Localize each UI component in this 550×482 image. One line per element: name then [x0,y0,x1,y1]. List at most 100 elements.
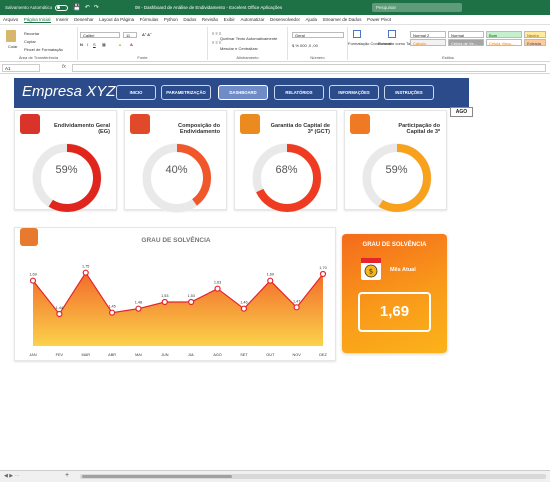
scrollbar-thumb[interactable] [82,475,232,478]
style-check[interactable]: Célula de Ve... [448,39,484,46]
solvency-summary-value: 1,69 [358,292,431,332]
kpi-card-eg: Endividamento Geral (EG) 59% [14,110,117,213]
clipboard-group-label: Área de Transferência [18,55,59,60]
nav-instrucoes[interactable]: INSTRUÇÕES [384,85,434,100]
data-label: 1,44 [56,306,63,310]
x-tick-label: SET [240,353,248,357]
cut-button[interactable]: Recortar [24,31,39,36]
ribbon: Colar Recortar Copiar Pincel de Formataç… [0,25,550,62]
data-point [188,298,195,306]
nav-dashboard[interactable]: DASHBOARD [218,85,268,100]
data-point [267,277,274,284]
data-label: 1,53 [161,294,168,298]
add-sheet-icon[interactable]: + [65,472,69,479]
x-tick-label: FEV [56,353,64,357]
fx-icon[interactable]: fx [62,64,66,70]
font-size-select[interactable]: 11 [123,32,137,38]
series-area [33,272,323,346]
number-group-label: Número [310,55,325,60]
style-neutral[interactable]: Neutro [524,31,546,38]
alignment-group: ≡ ≡ ≡ Quebrar Texto Automaticamente ≡ ≡ … [208,27,288,60]
menu-tab[interactable]: Desenvolvedor [270,17,300,22]
nav-inicio[interactable]: INICIO [116,85,156,100]
bold-icon[interactable]: N [80,42,83,47]
name-box[interactable]: A1 [2,64,40,72]
data-label: 1,46 [240,301,247,305]
style-linked[interactable]: Célula Vincu... [486,39,522,46]
sheet-nav-arrows[interactable]: ◀ ▶ ⋯ [4,473,19,479]
menu-tab[interactable]: Página Inicial [23,17,51,23]
italic-icon[interactable]: I [87,42,88,47]
chart-title: GRAU DE SOLVÊNCIA [141,235,211,244]
underline-icon[interactable]: S [93,42,96,47]
x-tick-label: AGO [213,353,221,357]
x-tick-label: JAN [29,353,36,357]
undo-icon[interactable]: ↶ [85,4,90,11]
worksheet: Empresa XYZ INICIO PARAMETRIZAÇÃO DASHBO… [0,74,550,470]
borders-icon[interactable]: ▦ [102,42,106,47]
x-tick-label: DEZ [319,353,327,357]
data-label: 1,69 [267,273,274,277]
menu-tab[interactable]: Python [164,17,178,22]
nav-relatorios[interactable]: RELATÓRIOS [274,85,324,100]
x-tick-label: ABR [108,353,116,357]
menu-tab[interactable]: Ajuda [305,17,317,22]
copy-button[interactable]: Copiar [24,39,36,44]
merge-center-button[interactable]: Mesclar e Centralizar [220,46,258,51]
horizontal-scrollbar[interactable] [80,474,546,479]
autosave-toggle[interactable] [55,4,69,11]
kpi-donut [362,143,432,213]
nav-informacoes[interactable]: INFORMAÇÕES [329,85,379,100]
menu-tab[interactable]: Dados [183,17,196,22]
font-name-select[interactable]: Calibri [80,32,120,38]
redo-icon[interactable]: ↷ [94,4,99,11]
conditional-format-icon[interactable] [353,30,361,38]
format-painter-button[interactable]: Pincel de Formatação [24,47,63,52]
paste-button[interactable]: Colar [8,44,18,49]
paste-icon[interactable] [6,30,16,42]
fill-color-icon[interactable]: ▲ [118,42,122,47]
kpi-value: 59% [385,164,408,176]
format-table-icon[interactable] [388,30,396,38]
solvency-summary-title: GRAU DE SOLVÊNCIA [362,242,427,248]
clipboard-group: Colar Recortar Copiar Pincel de Formataç… [0,27,78,60]
save-icon[interactable]: 💾 [73,4,80,11]
currency-icons[interactable]: $ % 000 ,0 ,00 [292,43,318,48]
style-input[interactable]: Entrada [524,39,546,46]
menu-tab[interactable]: Layout da Página [99,17,134,22]
font-color-icon[interactable]: A [130,42,133,47]
menu-tab[interactable]: Fórmulas [140,17,159,22]
period-select[interactable]: AGO [450,107,473,117]
menu-tab[interactable]: Arquivo [3,17,18,22]
data-label: 1,63 [214,281,221,285]
document-title: 08 - Dashboard de Análise de Endividamen… [134,5,283,10]
data-point [240,305,248,312]
menu-tab[interactable]: Inserir [56,17,69,22]
kpi-title: Garantia do Capital de 3º (GCT) [270,123,330,136]
font-group-label: Fonte [137,55,148,60]
number-format-select[interactable]: Geral [292,32,344,38]
menu-tab[interactable]: Power Pivot [367,17,391,22]
style-good[interactable]: Bom [486,31,522,38]
menu-tab[interactable]: Revisão [202,17,218,22]
style-calc[interactable]: Cálculo [410,39,446,46]
kpi-card-gct: Garantia do Capital de 3º (GCT) 68% [234,110,337,213]
sheet-tabs-bar: ◀ ▶ ⋯ + [0,470,550,482]
menu-tab[interactable]: Automatizar [240,17,264,22]
style-normal[interactable]: Normal [448,31,484,38]
data-point [56,310,63,318]
menu-tab[interactable]: Exibir [224,17,235,22]
data-label: 1,45 [108,305,115,309]
solvency-chart-card: GRAU DE SOLVÊNCIA 1,69 JAN 1,44 FEV 1,75 MAR 1,… [14,227,336,361]
menu-tab[interactable]: Desenhar [74,17,94,22]
style-normal-2[interactable]: Normal 2 [410,31,446,38]
align-row2-icons[interactable]: ≡ ≡ ≡ [212,40,221,45]
search-input[interactable]: Pesquisar [372,3,462,12]
nav-parametrizacao[interactable]: PARAMETRIZAÇÃO [161,85,211,100]
wrap-text-button[interactable]: Quebrar Texto Automaticamente [220,36,277,41]
data-label: 1,75 [82,265,89,269]
kpi-value: 68% [275,164,298,176]
formula-input[interactable] [72,64,546,72]
grow-font-icon[interactable]: Aˆ Aˇ [142,32,151,37]
menu-tab[interactable]: Streamer de Dados [323,17,362,22]
